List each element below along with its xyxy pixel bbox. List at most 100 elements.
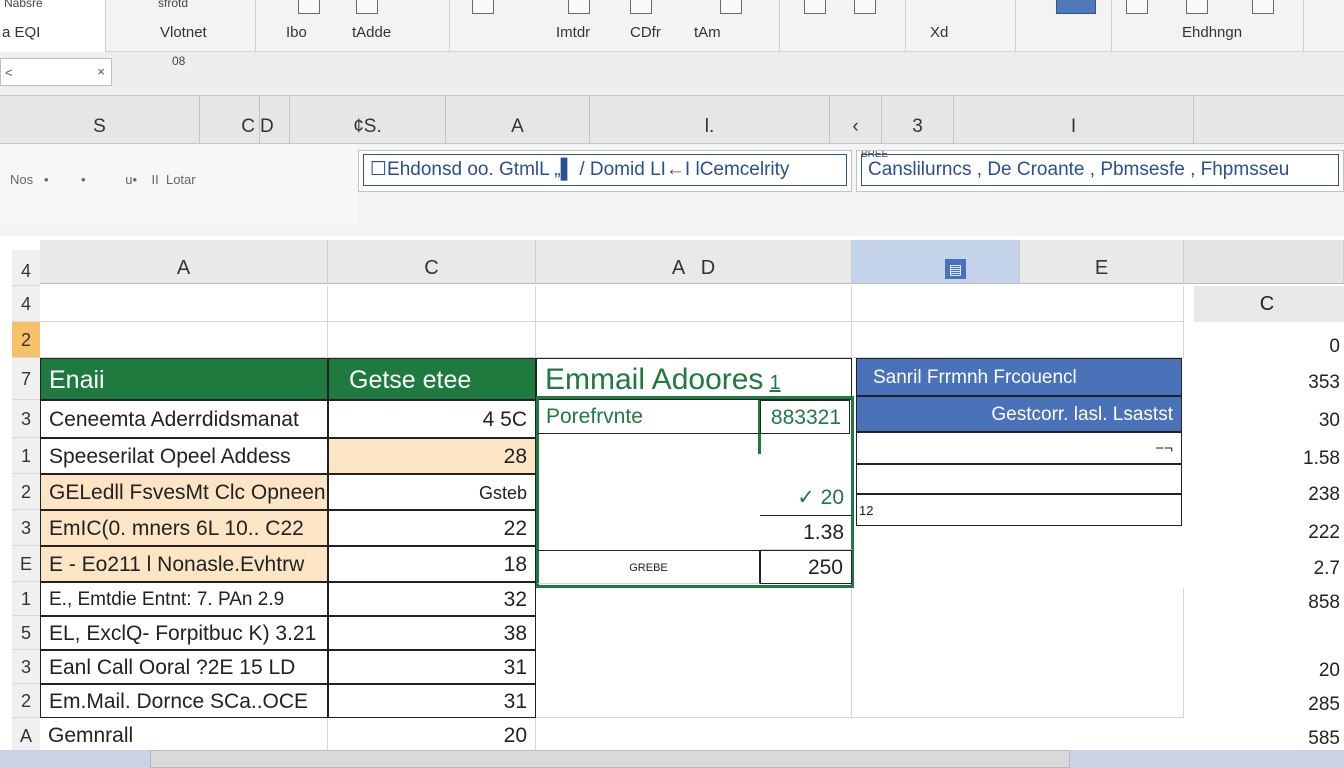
right-col-value[interactable]: 858 [1194,592,1344,614]
ribbon-group-styles[interactable] [1016,0,1112,52]
grid-cell[interactable] [856,464,1182,494]
ribbon-group-editing[interactable]: Ehdhngn [1112,0,1304,52]
email-name-cell[interactable]: Eanl Call Ooral ?2E 15 LD [40,650,328,684]
value-cell-138[interactable]: 1.38 [760,516,852,550]
formula-input-text[interactable]: ☐Ehdonsd oo. GtmlL „▌ / Domid LI←I lCemc… [363,154,847,186]
select-icon[interactable] [1252,0,1274,14]
value-cell[interactable]: Gsteb [328,474,536,510]
column-header-c[interactable]: C [328,240,536,284]
ribbon-group-insert[interactable]: Ibo tAdde [256,0,450,52]
right-col-value[interactable]: 285 [1194,694,1344,716]
cell-styles-icon[interactable] [1056,0,1096,14]
header-cell-frequency[interactable]: Sanril Frrmnh Frcouencl [856,358,1182,396]
right-col-value[interactable]: 0 [1194,336,1344,358]
email-name-cell[interactable]: GELedll FsvesMt Clc Opneen [40,474,328,510]
upper-col-header[interactable]: l. [590,96,830,144]
upper-col-header[interactable]: ‹ [830,96,882,144]
ribbon-group-cells[interactable] [780,0,906,52]
row-header[interactable]: 1 [12,582,40,616]
value-cell[interactable]: 22 [328,510,536,546]
email-name-cell[interactable]: EL, ExclQ- Forpitbuc K) 3.21 [40,616,328,650]
row-header[interactable]: 4 [12,250,40,286]
row-header[interactable]: 5 [12,616,40,650]
file-tab[interactable]: Nabsre a EQI [0,0,106,52]
column-header-d[interactable]: A D [536,240,852,284]
email-name-cell[interactable]: Gemnrall [40,718,328,754]
grid-cell[interactable]: −¬ [856,432,1182,464]
grid-cell[interactable] [328,286,536,322]
row-header-selected[interactable]: 2 [12,322,40,358]
row-header[interactable]: E [12,546,40,582]
header-cell-email-address[interactable]: Emmail Adoores 1 [536,358,852,400]
grid-cell[interactable] [852,322,1184,358]
right-col-value[interactable]: 353 [1194,372,1344,394]
value-cell[interactable]: 4 5C [328,400,536,438]
grid-cell[interactable] [852,588,1184,718]
right-col-value[interactable]: 30 [1194,410,1344,432]
delete-cells-icon[interactable] [854,0,876,14]
grid-cell[interactable] [536,322,852,358]
formula-input[interactable]: ☐Ehdonsd oo. GtmlL „▌ / Domid LI←I lCemc… [358,150,852,192]
email-name-cell[interactable]: EmIC(0. mners 6L 10.. C22 [40,510,328,546]
value-cell[interactable]: 31 [328,650,536,684]
row-header[interactable]: 3 [12,650,40,684]
right-col-value[interactable]: 222 [1194,522,1344,544]
preference-value-cell[interactable]: 883321 [760,400,850,434]
row-header[interactable]: 2 [12,474,40,510]
upper-col-header[interactable]: I [954,96,1194,144]
row-header[interactable]: 3 [12,400,40,438]
grid-cell[interactable] [536,588,852,718]
header-cell-email[interactable]: Enaii [40,358,328,400]
grid-cell[interactable] [40,322,328,358]
grid-cell[interactable] [536,286,852,322]
email-name-cell[interactable]: E - Eo211 l Nonasle.Evhtrw [40,546,328,582]
formula-input-secondary-text[interactable]: Canslilurncs , De Croante , Pbmsesfe , F… [861,154,1339,186]
insert-cells-icon[interactable] [804,0,826,14]
right-col-value[interactable]: 20 [1194,660,1344,682]
right-col-value[interactable]: 238 [1194,484,1344,506]
value-cell[interactable]: 20 [328,718,536,754]
grid-cell[interactable] [328,322,536,358]
table-icon[interactable] [298,0,320,14]
email-name-cell[interactable]: Ceneemta Aderrdidsmanat [40,400,328,438]
row-header[interactable]: 4 [12,286,40,322]
column-header-a[interactable]: A [40,240,328,284]
horizontal-scrollbar[interactable] [150,750,1070,768]
filter-icon[interactable] [472,0,494,14]
subheader-cell-frequency[interactable]: Gestcorr. lasl. Lsastst [856,396,1182,432]
formula-input-secondary[interactable]: BREE Canslilurncs , De Croante , Pbmsesf… [856,150,1344,192]
upper-col-header[interactable]: D [260,96,290,144]
email-name-cell[interactable]: Em.Mail. Dornce SCa..OCE [40,684,328,718]
layout-icon[interactable] [720,0,742,14]
value-cell[interactable]: 28 [328,438,536,474]
grid-cell[interactable] [40,286,328,322]
grid-cell[interactable]: 12 [856,494,1182,526]
ribbon-group-data[interactable]: Imtdr CDfr tAm [450,0,780,52]
column-header-e[interactable]: E [1020,240,1184,284]
upper-col-header[interactable]: A [446,96,590,144]
upper-col-header[interactable]: C [200,96,260,144]
worksheet-grid[interactable]: A C A D ▤ E 4 4 2 7 3 1 2 3 E 1 5 3 2 A … [12,236,1344,768]
column-header-f[interactable] [1184,240,1344,284]
right-col-value[interactable]: 585 [1194,728,1344,750]
column-header-selected[interactable]: ▤ [852,240,1020,284]
email-name-cell[interactable]: Speeserilat Opeel Addess [40,438,328,474]
grid-cell[interactable] [852,286,1184,322]
ribbon-group-view[interactable]: sfrotd Vlotnet [106,0,256,52]
close-icon[interactable]: × [97,64,105,79]
upper-col-header[interactable]: 3 [882,96,954,144]
row-header[interactable]: 1 [12,438,40,474]
right-col-value[interactable]: 1.58 [1194,448,1344,470]
value-cell[interactable]: 32 [328,582,536,616]
replace-icon[interactable] [1186,0,1208,14]
bottom-note-cell[interactable]: GREBE [538,550,760,584]
row-header[interactable]: 7 [12,358,40,400]
value-cell[interactable]: 38 [328,616,536,650]
header-cell-category[interactable]: Getse etee [328,358,536,400]
format-icon[interactable] [630,0,652,14]
row-header[interactable]: 3 [12,510,40,546]
preference-label-cell[interactable]: Porefrvnte [538,400,760,434]
find-icon[interactable] [1126,0,1148,14]
row-header[interactable]: A [12,718,40,754]
sort-icon[interactable] [568,0,590,14]
